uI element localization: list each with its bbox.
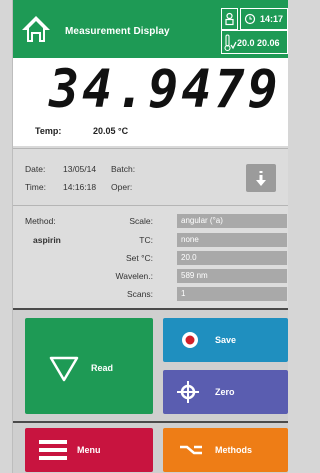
scroll-down-button[interactable] bbox=[246, 164, 276, 192]
batch-label: Batch: bbox=[111, 164, 136, 174]
scans-label: Scans: bbox=[127, 289, 153, 299]
zero-button[interactable]: Zero bbox=[163, 370, 288, 414]
arrow-down-icon bbox=[256, 171, 266, 186]
tc-field[interactable]: none bbox=[177, 233, 287, 247]
clock-icon bbox=[244, 13, 256, 25]
temp-value: 20.05 °C bbox=[93, 126, 129, 136]
methods-button[interactable]: Methods bbox=[163, 428, 288, 472]
temp-label: Temp: bbox=[35, 126, 62, 136]
menu-label: Menu bbox=[77, 445, 101, 455]
home-button[interactable] bbox=[19, 12, 53, 46]
zero-label: Zero bbox=[215, 387, 235, 397]
user-box[interactable] bbox=[221, 8, 238, 30]
set-temp-label: Set °C: bbox=[125, 253, 153, 263]
home-icon bbox=[22, 16, 50, 42]
save-button[interactable]: Save bbox=[163, 318, 288, 362]
user-icon bbox=[225, 12, 234, 26]
sample-info: Date: 13/05/14 Batch: Time: 14:16:18 Ope… bbox=[13, 148, 288, 206]
time-label: Time: bbox=[25, 182, 46, 192]
temp-box: 20.0 20.06 bbox=[221, 30, 288, 54]
read-label: Read bbox=[91, 363, 114, 373]
page-title: Measurement Display bbox=[65, 26, 170, 37]
clock-box: 14:17 bbox=[240, 8, 288, 30]
time-value: 14:16:18 bbox=[63, 182, 97, 192]
triangle-down-icon bbox=[49, 356, 79, 382]
header-bar: Measurement Display 14:17 20.0 20.06 bbox=[13, 0, 288, 58]
method-label: Method: bbox=[25, 216, 56, 226]
switch-icon bbox=[180, 445, 202, 455]
methods-label: Methods bbox=[215, 445, 252, 455]
set-temp-field[interactable]: 20.0 bbox=[177, 251, 287, 265]
menu-icon bbox=[39, 440, 67, 460]
divider bbox=[13, 421, 288, 423]
clock-time: 14:17 bbox=[260, 14, 284, 24]
menu-button[interactable]: Menu bbox=[25, 428, 153, 472]
date-label: Date: bbox=[25, 164, 46, 174]
wavelength-field[interactable]: 589 nm bbox=[177, 269, 287, 283]
read-button[interactable]: Read bbox=[25, 318, 153, 414]
scale-label: Scale: bbox=[129, 216, 153, 226]
scale-field[interactable]: angular (°a) bbox=[177, 214, 287, 228]
measurement-value: 34.9479 bbox=[49, 58, 281, 120]
record-icon bbox=[182, 332, 198, 348]
crosshair-icon bbox=[177, 381, 199, 403]
instrument-panel: Measurement Display 14:17 20.0 20.06 34.… bbox=[12, 0, 288, 473]
method-panel: Method: aspirin Scale: angular (°a) TC: … bbox=[13, 206, 288, 310]
save-label: Save bbox=[215, 335, 237, 345]
tc-label: TC: bbox=[139, 235, 153, 245]
scans-field[interactable]: 1 bbox=[177, 287, 287, 301]
date-value: 13/05/14 bbox=[63, 164, 97, 174]
temp-readout: 20.0 20.06 bbox=[237, 38, 280, 48]
thermometer-icon bbox=[224, 34, 237, 52]
method-name: aspirin bbox=[33, 235, 61, 245]
oper-label: Oper: bbox=[111, 182, 133, 192]
wavelength-label: Wavelen.: bbox=[115, 271, 153, 281]
